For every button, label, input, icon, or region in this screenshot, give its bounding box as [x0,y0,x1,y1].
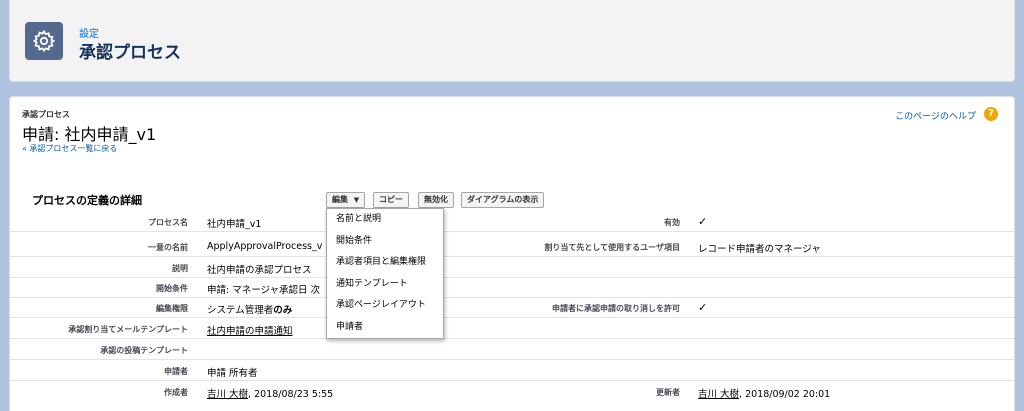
edit-dropdown-button[interactable]: 編集 ▼ [326,192,366,208]
detail-row-post-template: 承認の投稿テンプレート [10,339,1014,360]
created-by-label: 作成者 [164,388,188,397]
active-check-icon: ✓ [698,215,708,228]
post-template-label: 承認の投稿テンプレート [100,346,188,355]
detail-row-assign-email-template: 承認割り当てメールテンプレート 社内申請の申請通知 [10,318,1014,339]
detail-row-unique-name: 一意の名前 ApplyApprovalProcess_v 割り当て先として使用す… [10,236,1014,257]
chevron-down-icon: ▼ [353,196,360,204]
modified-by-user-link[interactable]: 吉川 大樹 [698,389,739,400]
process-name-label: プロセス名 [148,218,188,227]
setup-header: 設定 承認プロセス [9,0,1015,82]
description-value: 社内申請の承認プロセス [207,265,312,276]
record-type-label: 承認プロセス [22,110,70,119]
back-to-list-link[interactable]: « 承認プロセス一覧に戻る [22,143,117,154]
entry-criteria-label: 開始条件 [156,284,188,293]
entry-criteria-value: 申請: マネージャ承認日 次 [207,285,321,296]
unique-name-label: 一意の名前 [148,243,188,252]
help-link[interactable]: このページのヘルプ [895,109,976,122]
active-label: 有効 [664,218,680,227]
modified-by-value: 吉川 大樹, 2018/09/02 20:01 [698,386,830,400]
description-label: 説明 [172,264,188,273]
assign-email-template-label: 承認割り当てメールテンプレート [68,325,188,334]
edit-dropdown-menu: 名前と説明 開始条件 承認者項目と編集権限 通知テンプレート 承認ページレイアウ… [326,208,444,339]
section-title: プロセスの定義の詳細 [32,194,142,207]
unique-name-value: ApplyApprovalProcess_v [207,241,323,252]
detail-row-description: 説明 社内申請の承認プロセス [10,257,1014,278]
menu-item-submitters[interactable]: 申請者 [327,317,443,339]
edit-permission-suffix: のみ [273,305,293,316]
menu-item-notification-templates[interactable]: 通知テンプレート [327,274,443,296]
submitter-value: 申請 所有者 [207,368,258,379]
edit-permission-value: システム管理者のみ [207,302,292,316]
created-by-value: 吉川 大樹, 2018/08/23 5:55 [207,386,333,400]
gear-icon [25,22,63,60]
copy-button[interactable]: コピー [373,192,409,208]
assign-user-field-value: レコード申請者のマネージャ [698,244,821,255]
modified-by-date: , 2018/09/02 20:01 [739,389,831,400]
menu-item-approver-fields[interactable]: 承認者項目と編集権限 [327,252,443,274]
detail-row-entry-criteria: 開始条件 申請: マネージャ承認日 次 [10,277,1014,298]
page-title: 承認プロセス [79,43,181,63]
view-diagram-button[interactable]: ダイアグラムの表示 [461,192,545,208]
edit-permission-label: 編集権限 [156,304,188,313]
edit-permission-prefix: システム管理者 [207,305,274,316]
detail-row-created-modified: 作成者 吉川 大樹, 2018/08/23 5:55 更新者 吉川 大樹, 20… [10,381,1014,402]
modified-by-label: 更新者 [656,388,680,397]
deactivate-button[interactable]: 無効化 [418,192,454,208]
detail-row-process-name: プロセス名 社内申請_v1 有効 ✓ [10,211,1014,232]
detail-row-edit-permission: 編集権限 システム管理者のみ 申請者に承認申請の取り消しを許可 ✓ [10,297,1014,318]
approval-process-detail-card: 承認プロセス 申請: 社内申請_v1 « 承認プロセス一覧に戻る このページのヘ… [9,96,1015,411]
created-by-user-link[interactable]: 吉川 大樹 [207,389,248,400]
menu-item-name-description[interactable]: 名前と説明 [327,209,443,231]
submitter-label: 申請者 [164,367,188,376]
allow-recall-label: 申請者に承認申請の取り消しを許可 [552,304,680,313]
detail-row-submitter: 申請者 申請 所有者 [10,360,1014,381]
help-icon[interactable]: ? [984,107,998,121]
created-by-date: , 2018/08/23 5:55 [248,389,334,400]
assign-email-template-link[interactable]: 社内申請の申請通知 [207,323,293,337]
assign-user-field-label: 割り当て先として使用するユーザ項目 [544,243,680,252]
edit-button-label: 編集 [332,195,348,204]
menu-item-approval-page-layout[interactable]: 承認ページレイアウト [327,295,443,317]
allow-recall-check-icon: ✓ [698,301,708,314]
process-name-value: 社内申請_v1 [207,219,262,230]
record-title: 申請: 社内申請_v1 [22,125,157,144]
menu-item-entry-criteria[interactable]: 開始条件 [327,231,443,253]
